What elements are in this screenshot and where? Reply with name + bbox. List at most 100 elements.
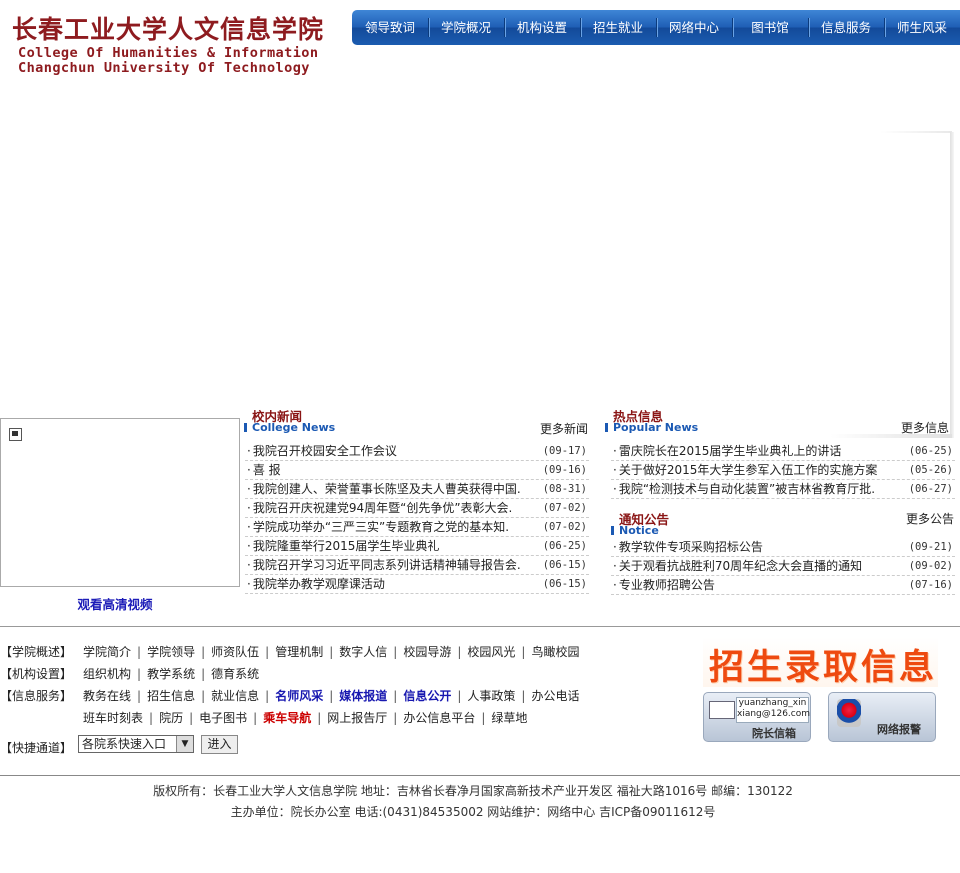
nav-item-library[interactable]: 图书馆 (732, 10, 808, 45)
campus-news-item[interactable]: 我院召开学习习近平同志系列讲话精神辅导报告会. (06-15) (245, 556, 589, 575)
mailbox-email-line2: xiang@126.com (737, 709, 811, 719)
president-mailbox-button[interactable]: yuanzhang_xin xiang@126.com 院长信箱 (703, 692, 811, 742)
hot-info-item-title[interactable]: 我院“检测技术与自动化装置”被吉林省教育厅批. (613, 480, 875, 499)
quick-link[interactable]: 媒体报道 (339, 689, 387, 703)
campus-news-item-date: (07-02) (542, 502, 587, 514)
campus-news-item[interactable]: 学院成功举办“三严三实”专题教育之党的基本知. (07-02) (245, 518, 589, 537)
campus-news-item-title[interactable]: 我院举办教学观摩课活动 (247, 575, 385, 594)
nav-item-info-services[interactable]: 信息服务 (808, 10, 884, 45)
hot-info-item-title[interactable]: 雷庆院长在2015届学生毕业典礼上的讲话 (613, 442, 842, 461)
notice-item-title[interactable]: 关于观看抗战胜利70周年纪念大会直播的通知 (613, 557, 862, 576)
quick-links-category-label[interactable]: 【机构设置】 (0, 665, 72, 682)
quick-links-list: 组织机构 | 教学系统 | 德育系统 (83, 665, 259, 682)
hot-info-item[interactable]: 关于做好2015年大学生参军入伍工作的实施方案 (05-26) (611, 461, 955, 480)
quick-link[interactable]: 乘车导航 (263, 711, 311, 725)
notice-subtitle: Notice (611, 524, 659, 537)
mailbox-email-line1: yuanzhang_xin (738, 698, 807, 708)
divider (0, 775, 960, 776)
hot-info-item[interactable]: 我院“检测技术与自动化装置”被吉林省教育厅批. (06-27) (611, 480, 955, 499)
campus-news-item-title[interactable]: 喜 报 (247, 461, 281, 480)
quick-link[interactable]: 校园风光 (467, 645, 515, 659)
nav-item-campus-style[interactable]: 师生风采 (884, 10, 960, 45)
campus-news-item-title[interactable]: 我院召开校园安全工作会议 (247, 442, 397, 461)
quick-links-category-label[interactable]: 【信息服务】 (0, 687, 72, 704)
notice-item-title[interactable]: 教学软件专项采购招标公告 (613, 538, 763, 557)
watch-hd-video-link[interactable]: 观看高清视频 (0, 594, 230, 613)
quick-link[interactable]: 就业信息 (211, 689, 259, 703)
chevron-down-icon[interactable]: ▼ (176, 736, 193, 752)
link-separator: | (137, 667, 142, 681)
nav-item-organization[interactable]: 机构设置 (504, 10, 580, 45)
quick-link[interactable]: 绿草地 (491, 711, 527, 725)
campus-news-item[interactable]: 我院召开庆祝建党94周年暨“创先争优”表彰大会. (07-02) (245, 499, 589, 518)
notice-item[interactable]: 关于观看抗战胜利70周年纪念大会直播的通知 (09-02) (611, 557, 955, 576)
quick-link[interactable]: 名师风采 (275, 689, 323, 703)
notice-item-title[interactable]: 专业教师招聘公告 (613, 576, 715, 595)
quick-link[interactable]: 鸟瞰校园 (531, 645, 579, 659)
admission-info-banner[interactable]: 招生录取信息 (703, 637, 938, 688)
more-notices-link[interactable]: 更多公告 (906, 510, 954, 527)
quick-link[interactable]: 招生信息 (147, 689, 195, 703)
link-separator: | (329, 645, 334, 659)
quick-link[interactable]: 办公电话 (531, 689, 579, 703)
quick-link[interactable]: 教学系统 (147, 667, 195, 681)
notice-item-date: (09-21) (908, 541, 953, 553)
campus-news-item-date: (09-16) (542, 464, 587, 476)
notice-item[interactable]: 教学软件专项采购招标公告 (09-21) (611, 538, 955, 557)
more-news-link[interactable]: 更多新闻 (540, 420, 588, 437)
police-caption: 网络报警 (877, 723, 921, 736)
campus-news-item[interactable]: 我院举办教学观摩课活动 (06-15) (245, 575, 589, 594)
envelope-icon (709, 701, 735, 719)
quick-link[interactable]: 教务在线 (83, 689, 131, 703)
quick-link[interactable]: 德育系统 (211, 667, 259, 681)
nav-item-leadership-speech[interactable]: 领导致词 (352, 10, 428, 45)
more-info-link[interactable]: 更多信息 (901, 419, 949, 436)
quick-link[interactable]: 学院简介 (83, 645, 131, 659)
police-badge-icon (837, 699, 861, 727)
quick-link[interactable]: 师资队伍 (211, 645, 259, 659)
footer-contact: 主办单位：院长办公室 电话:(0431)84535002 网站维护：网络中心 吉… (230, 805, 716, 819)
network-police-button[interactable]: 网络报警 (828, 692, 936, 742)
campus-news-item-title[interactable]: 我院隆重举行2015届学生毕业典礼 (247, 537, 440, 556)
campus-news-item-date: (08-31) (542, 483, 587, 495)
nav-item-admission-employment[interactable]: 招生就业 (580, 10, 656, 45)
quick-links-list: 教务在线 | 招生信息 | 就业信息 | 名师风采 | 媒体报道 | 信息公开 | 人事政策 | 办公电话 (83, 687, 579, 704)
campus-news-item-title[interactable]: 我院创建人、荣誉董事长陈坚及夫人曹英获得中国. (247, 480, 521, 499)
quick-links-category-label[interactable]: 【学院概述】 (0, 643, 72, 660)
quick-link[interactable]: 组织机构 (83, 667, 131, 681)
quick-link[interactable]: 信息公开 (403, 689, 451, 703)
hot-info-item-date: (05-26) (908, 464, 953, 476)
quick-link[interactable]: 数字人信 (339, 645, 387, 659)
quick-link[interactable]: 班车时刻表 (83, 711, 143, 725)
campus-news-item[interactable]: 我院创建人、荣誉董事长陈坚及夫人曹英获得中国. (08-31) (245, 480, 589, 499)
quick-link[interactable]: 校园导游 (403, 645, 451, 659)
campus-news-item-title[interactable]: 我院召开学习习近平同志系列讲话精神辅导报告会. (247, 556, 521, 575)
department-quick-select[interactable]: 各院系快速入口 ▼ (78, 735, 194, 753)
enter-button[interactable]: 进入 (201, 735, 238, 754)
campus-news-item-title[interactable]: 学院成功举办“三严三实”专题教育之党的基本知. (247, 518, 509, 537)
link-separator: | (457, 689, 462, 703)
notice-item-date: (09-02) (908, 560, 953, 572)
quick-link[interactable]: 管理机制 (275, 645, 323, 659)
banner-area (0, 48, 960, 438)
quick-link[interactable]: 办公信息平台 (403, 711, 475, 725)
hot-info-item[interactable]: 雷庆院长在2015届学生毕业典礼上的讲话 (06-25) (611, 442, 955, 461)
campus-news-item-date: (06-25) (542, 540, 587, 552)
campus-news-item-title[interactable]: 我院召开庆祝建党94周年暨“创先争优”表彰大会. (247, 499, 513, 518)
quick-link[interactable]: 网上报告厅 (327, 711, 387, 725)
campus-news-item[interactable]: 我院隆重举行2015届学生毕业典礼 (06-25) (245, 537, 589, 556)
nav-item-college-overview[interactable]: 学院概况 (428, 10, 504, 45)
campus-news-item[interactable]: 喜 报 (09-16) (245, 461, 589, 480)
hot-info-item-title[interactable]: 关于做好2015年大学生参军入伍工作的实施方案 (613, 461, 878, 480)
video-player[interactable] (0, 418, 240, 587)
nav-item-network-center[interactable]: 网络中心 (656, 10, 732, 45)
quick-link[interactable]: 人事政策 (467, 689, 515, 703)
link-separator: | (265, 645, 270, 659)
quick-link[interactable]: 电子图书 (199, 711, 247, 725)
quick-link[interactable]: 院历 (159, 711, 183, 725)
banner-frame-shadow (950, 132, 954, 438)
quick-link[interactable]: 学院领导 (147, 645, 195, 659)
banner-frame-shadow (880, 131, 952, 133)
campus-news-item[interactable]: 我院召开校园安全工作会议 (09-17) (245, 442, 589, 461)
notice-item[interactable]: 专业教师招聘公告 (07-16) (611, 576, 955, 595)
